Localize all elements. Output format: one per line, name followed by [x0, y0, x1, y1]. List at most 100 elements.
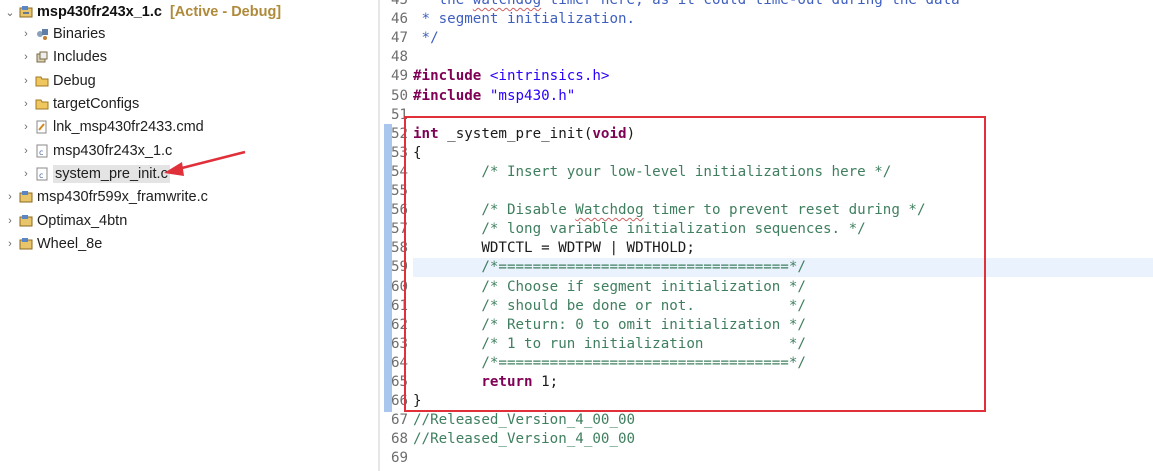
code-token: * segment initialization.: [413, 11, 636, 28]
chevron-right-icon[interactable]: ›: [4, 215, 16, 227]
code-line[interactable]: 64 /*==================================*…: [380, 354, 1153, 373]
line-number: 58: [391, 240, 409, 257]
code-token: /* 1 to run initialization */: [413, 335, 806, 352]
tree-item-binaries[interactable]: › Binaries: [20, 23, 105, 45]
line-number: 53: [391, 144, 409, 161]
line-number: 46: [391, 11, 409, 28]
project-status: [Active - Debug]: [169, 4, 282, 20]
code-line[interactable]: 54 /* Insert your low-level initializati…: [380, 163, 1153, 182]
chevron-right-icon[interactable]: ›: [20, 98, 32, 110]
svg-text:c: c: [39, 171, 43, 180]
line-source: #include <intrinsics.h>: [413, 67, 609, 86]
code-line[interactable]: 50 #include "msp430.h": [380, 87, 1153, 106]
code-line[interactable]: 67//Released_Version_4_00_00: [380, 411, 1153, 430]
code-line[interactable]: 63 /* 1 to run initialization */: [380, 335, 1153, 354]
code-token: ): [626, 125, 636, 142]
chevron-right-icon[interactable]: ›: [20, 121, 32, 133]
line-number: 49: [391, 68, 409, 85]
code-line[interactable]: 51: [380, 106, 1153, 125]
tree-item-debug[interactable]: › Debug: [20, 70, 96, 92]
code-line[interactable]: 52 int _system_pre_init(void): [380, 125, 1153, 144]
line-source: /*==================================*/: [413, 354, 806, 373]
code-line[interactable]: 61 /* should be done or not. */: [380, 297, 1153, 316]
line-source: return 1;: [413, 373, 558, 392]
chevron-right-icon[interactable]: ›: [4, 238, 16, 250]
line-source: int _system_pre_init(void): [413, 125, 635, 144]
tree-item-linker-cmd[interactable]: › lnk_msp430fr2433.cmd: [20, 116, 204, 138]
code-line[interactable]: 57 /* long variable initialization seque…: [380, 220, 1153, 239]
line-source: #include "msp430.h": [413, 87, 575, 106]
code-token: /* long variable initialization sequence…: [413, 221, 866, 238]
tree-item-label: Optimax_4btn: [37, 213, 128, 229]
code-token: /* Disable: [413, 202, 576, 219]
code-editor[interactable]: 45 * the watchdog timer here, as it coul…: [380, 0, 1153, 471]
code-token: * the: [413, 0, 473, 8]
line-source: /* Return: 0 to omit initialization */: [413, 316, 806, 335]
chevron-right-icon[interactable]: ›: [20, 28, 32, 40]
tree-item-label: Binaries: [53, 26, 106, 42]
code-line[interactable]: 68//Released_Version_4_00_00: [380, 430, 1153, 449]
chevron-right-icon[interactable]: ›: [20, 168, 32, 180]
line-source: /*==================================*/: [413, 258, 806, 277]
cmd-file-icon: [35, 120, 49, 134]
tree-item-targetconfigs[interactable]: › targetConfigs: [20, 93, 139, 115]
project-icon: [19, 237, 33, 251]
code-line[interactable]: 48: [380, 48, 1153, 67]
project-explorer: ⌄ msp430fr243x_1.c [Active - Debug] › Bi…: [0, 0, 378, 471]
line-number: 67: [391, 412, 409, 429]
tree-item-system-pre-init[interactable]: › c system_pre_init.c: [20, 163, 170, 185]
tree-item-label: msp430fr599x_framwrite.c: [37, 189, 208, 205]
code-line[interactable]: 49 #include <intrinsics.h>: [380, 67, 1153, 86]
code-line[interactable]: 66}: [380, 392, 1153, 411]
chevron-right-icon[interactable]: ›: [20, 51, 32, 63]
line-source: */: [413, 29, 439, 48]
project-icon: [19, 214, 33, 228]
line-number: 54: [391, 163, 409, 180]
line-number: 57: [391, 221, 409, 238]
tree-item-label: Wheel_8e: [37, 236, 103, 252]
code-token: timer to prevent reset during */: [643, 202, 926, 219]
line-number: 52: [391, 125, 409, 142]
chevron-right-icon[interactable]: ›: [20, 75, 32, 87]
line-number: 65: [391, 374, 409, 390]
code-token: /* should be done or not. */: [413, 297, 806, 314]
chevron-down-icon[interactable]: ⌄: [4, 6, 16, 19]
code-token: "msp430.h": [489, 87, 576, 104]
line-number: 59: [391, 259, 409, 276]
code-line[interactable]: 56 /* Disable Watchdog timer to prevent …: [380, 201, 1153, 220]
code-token: /* Choose if segment initialization */: [413, 278, 806, 295]
line-source: /* Insert your low-level initializations…: [413, 163, 891, 182]
line-number: 45: [391, 0, 409, 8]
tree-project-wheel[interactable]: › Wheel_8e: [4, 233, 102, 255]
code-line[interactable]: 45 * the watchdog timer here, as it coul…: [380, 0, 1153, 10]
code-line[interactable]: 53{: [380, 144, 1153, 163]
line-number: 61: [391, 297, 409, 314]
line-source: /* should be done or not. */: [413, 297, 806, 316]
chevron-right-icon[interactable]: ›: [20, 145, 32, 157]
code-line[interactable]: 58 WDTCTL = WDTPW | WDTHOLD;: [380, 239, 1153, 258]
c-file-icon: c: [35, 167, 49, 181]
code-token: WDTCTL = WDTPW | WDTHOLD;: [413, 240, 695, 257]
code-line[interactable]: 47 */: [380, 29, 1153, 48]
code-line[interactable]: 69: [380, 449, 1153, 468]
code-token: */: [413, 30, 439, 47]
code-line[interactable]: 62 /* Return: 0 to omit initialization *…: [380, 316, 1153, 335]
code-line[interactable]: 55: [380, 182, 1153, 201]
code-line[interactable]: 46 * segment initialization.: [380, 10, 1153, 29]
tree-project-framwrite[interactable]: › msp430fr599x_framwrite.c: [4, 186, 208, 208]
code-token: /* Insert your low-level initializations…: [413, 163, 892, 180]
code-line[interactable]: 65 return 1;: [380, 373, 1153, 392]
line-number: 64: [391, 354, 409, 371]
line-source: * the watchdog timer here, as it could t…: [413, 0, 960, 10]
tree-project-optimax[interactable]: › Optimax_4btn: [4, 210, 127, 232]
line-source: /* 1 to run initialization */: [413, 335, 806, 354]
line-number: 56: [391, 202, 409, 219]
code-token: {: [413, 144, 422, 161]
tree-item-includes[interactable]: › Includes: [20, 46, 107, 68]
tree-project-active[interactable]: ⌄ msp430fr243x_1.c [Active - Debug]: [4, 1, 281, 23]
tree-item-label: Debug: [53, 73, 96, 89]
chevron-right-icon[interactable]: ›: [4, 191, 16, 203]
code-line[interactable]: 60 /* Choose if segment initialization *…: [380, 278, 1153, 297]
code-line[interactable]: 59 /*==================================*…: [380, 258, 1153, 277]
